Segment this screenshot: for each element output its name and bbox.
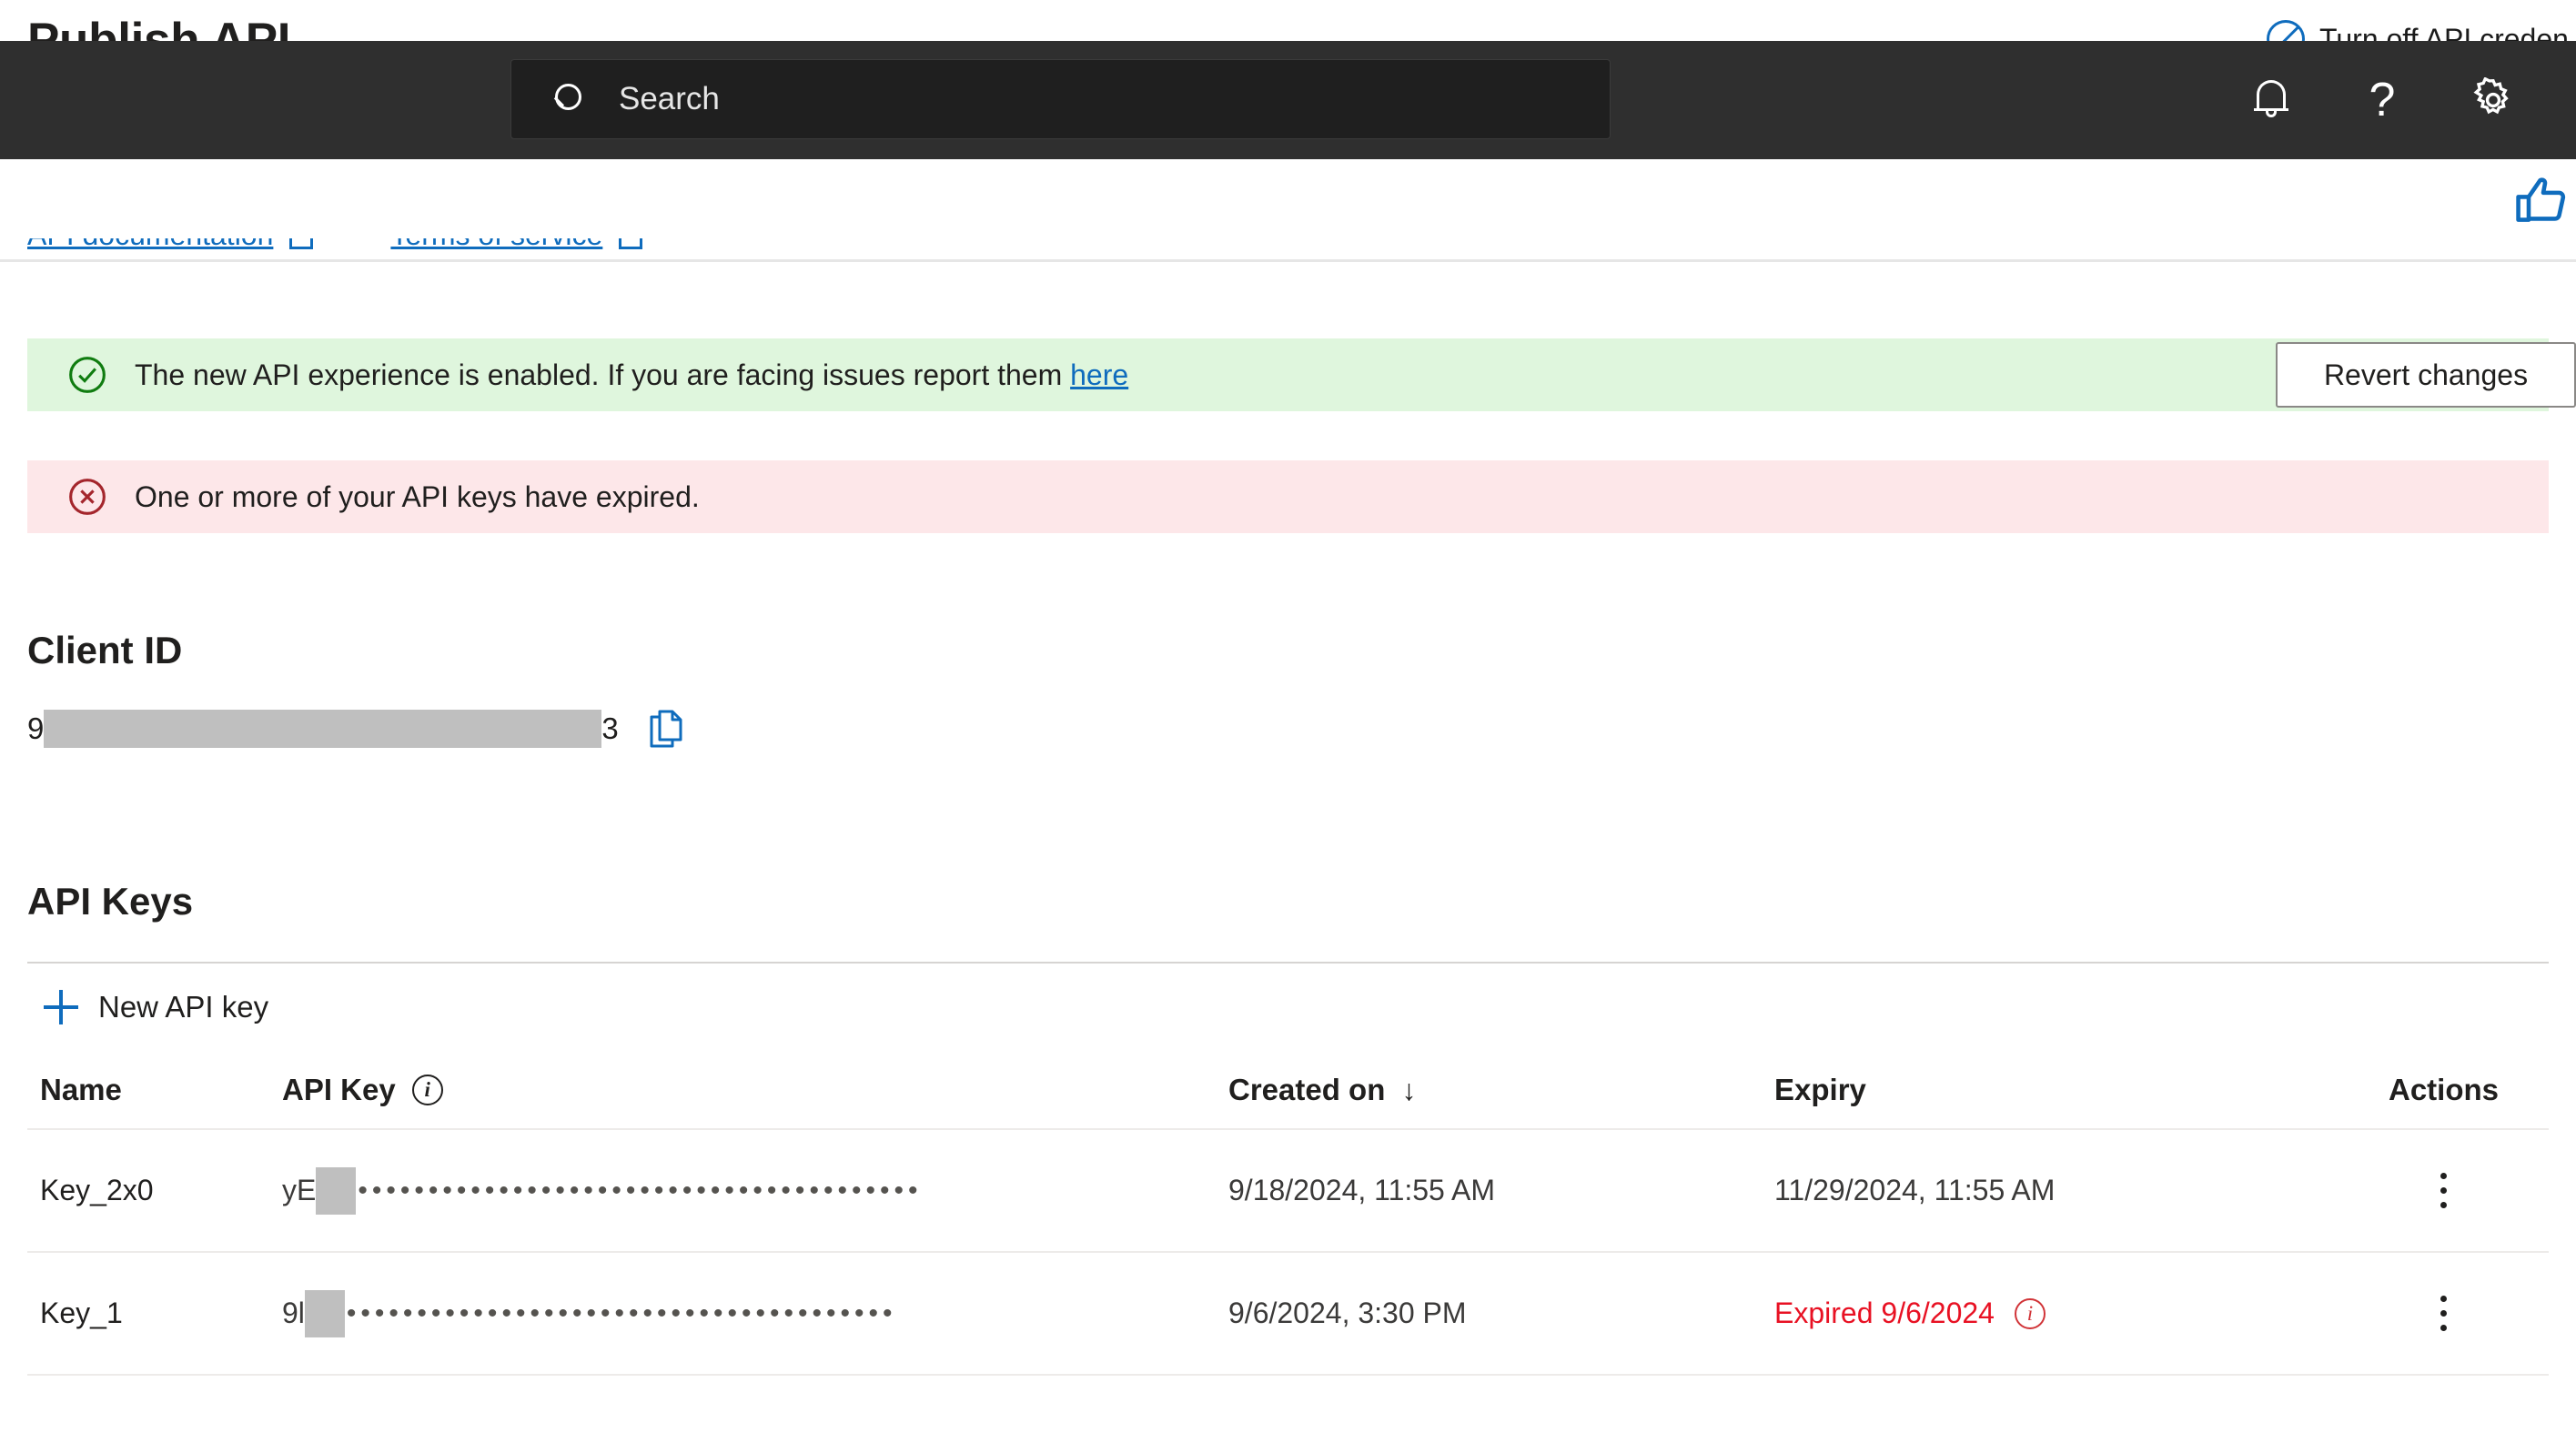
client-id-row: 9 3 (27, 705, 2549, 752)
api-keys-table: Name API Key i Created on ↓ Expiry Actio… (27, 1051, 2549, 1376)
column-header-created-on[interactable]: Created on ↓ (1228, 1051, 1774, 1129)
copy-client-id-button[interactable] (644, 705, 688, 752)
column-header-actions: Actions (2339, 1051, 2549, 1129)
row-created-on: 9/18/2024, 11:55 AM (1228, 1128, 1774, 1253)
terms-of-service-link[interactable]: Terms of service (390, 238, 643, 252)
page-root: Publish API Turn off API creden Search ? (0, 0, 2576, 1443)
row-expiry: 11/29/2024, 11:55 AM (1774, 1128, 2339, 1253)
row-api-key: 9l •••••••••••••••••••••••••••••••••••••… (282, 1252, 1228, 1376)
api-key-info-icon[interactable]: i (411, 1074, 443, 1105)
column-header-name[interactable]: Name (27, 1051, 282, 1129)
settings-button[interactable] (2438, 41, 2549, 159)
masked-api-key: yE •••••••••••••••••••••••••••••••••••••… (282, 1166, 1228, 1215)
expired-info-icon[interactable]: i (2014, 1297, 2046, 1329)
notifications-button[interactable] (2216, 41, 2327, 159)
table-row[interactable]: Key_2x0 yE •••••••••••••••••••••••••••••… (27, 1128, 2549, 1253)
copy-icon (650, 710, 682, 748)
row-created-on: 9/6/2024, 3:30 PM (1228, 1252, 1774, 1376)
error-circle-icon (69, 479, 106, 515)
check-circle-icon (69, 357, 106, 393)
masked-api-key: 9l •••••••••••••••••••••••••••••••••••••… (282, 1289, 1228, 1337)
column-header-api-key-label: API Key (282, 1072, 396, 1106)
search-placeholder: Search (619, 81, 720, 116)
client-id-heading: Client ID (27, 629, 183, 671)
api-key-mask-dots: •••••••••••••••••••••••••••••••••••••••• (358, 1175, 923, 1206)
thumbs-up-icon (2516, 177, 2566, 222)
table-header-row: Name API Key i Created on ↓ Expiry Actio… (27, 1051, 2549, 1129)
row-expiry-text: 11/29/2024, 11:55 AM (1774, 1174, 2056, 1206)
external-link-icon (619, 238, 643, 249)
column-header-created-on-label: Created on (1228, 1072, 1386, 1106)
kebab-menu-icon[interactable] (2418, 1282, 2470, 1346)
column-header-name-label: Name (40, 1072, 122, 1106)
scroll-boundary (0, 259, 2576, 262)
row-actions (2339, 1128, 2549, 1253)
row-expiry: Expired 9/6/2024 i (1774, 1252, 2339, 1376)
plus-icon (44, 990, 78, 1024)
api-keys-table-body: Key_2x0 yE •••••••••••••••••••••••••••••… (27, 1128, 2549, 1376)
help-button[interactable]: ? (2327, 41, 2438, 159)
column-header-expiry[interactable]: Expiry (1774, 1051, 2339, 1129)
column-header-expiry-label: Expiry (1774, 1072, 1866, 1106)
terms-of-service-label: Terms of service (390, 238, 602, 252)
client-id-redaction (44, 710, 602, 748)
search-icon (550, 82, 584, 116)
client-id-value: 9 3 (27, 710, 619, 748)
question-mark-icon: ? (2369, 74, 2396, 126)
client-id-suffix: 3 (601, 711, 619, 745)
new-api-key-label: New API key (98, 990, 269, 1024)
bell-icon (2251, 78, 2291, 122)
revert-changes-button[interactable]: Revert changes (2276, 342, 2576, 408)
column-header-actions-label: Actions (2388, 1072, 2499, 1106)
api-documentation-link[interactable]: API documentation (27, 238, 314, 252)
row-name: Key_1 (27, 1252, 282, 1376)
error-message-bar: One or more of your API keys have expire… (27, 460, 2549, 533)
api-keys-table-head: Name API Key i Created on ↓ Expiry Actio… (27, 1051, 2549, 1129)
client-id-prefix: 9 (27, 711, 45, 745)
api-documentation-label: API documentation (27, 238, 273, 252)
api-key-redaction (304, 1289, 345, 1337)
row-api-key: yE •••••••••••••••••••••••••••••••••••••… (282, 1128, 1228, 1253)
column-header-api-key[interactable]: API Key i (282, 1051, 1228, 1129)
feedback-button[interactable] (2510, 168, 2576, 234)
main-content: The new API experience is enabled. If yo… (0, 266, 2576, 1376)
search-input[interactable]: Search (510, 59, 1611, 139)
row-actions (2339, 1252, 2549, 1376)
row-name: Key_2x0 (27, 1128, 282, 1253)
success-message-prefix: The new API experience is enabled. If yo… (135, 358, 1071, 391)
sort-descending-icon: ↓ (1401, 1073, 1417, 1106)
new-api-key-button[interactable]: New API key (27, 974, 285, 1040)
api-key-redaction (316, 1166, 357, 1215)
success-message-bar: The new API experience is enabled. If yo… (27, 338, 2576, 411)
api-key-mask-dots: ••••••••••••••••••••••••••••••••••••••• (346, 1297, 897, 1328)
header-actions: ? (2216, 41, 2549, 159)
external-link-icon (289, 238, 314, 249)
suite-header: Search ? (0, 41, 2576, 159)
table-row[interactable]: Key_1 9l •••••••••••••••••••••••••••••••… (27, 1252, 2549, 1376)
api-keys-command-bar: New API key (27, 964, 2549, 1051)
report-issue-link[interactable]: here (1070, 358, 1128, 391)
gear-icon (2473, 77, 2509, 115)
api-key-prefix: yE (282, 1174, 317, 1206)
error-message-text: One or more of your API keys have expire… (135, 479, 700, 513)
api-key-prefix: 9l (282, 1297, 305, 1329)
api-keys-heading: API Keys (27, 880, 194, 923)
success-message-text: The new API experience is enabled. If yo… (135, 358, 1128, 392)
row-expiry-text: Expired 9/6/2024 (1774, 1297, 1995, 1329)
kebab-menu-icon[interactable] (2418, 1159, 2470, 1223)
